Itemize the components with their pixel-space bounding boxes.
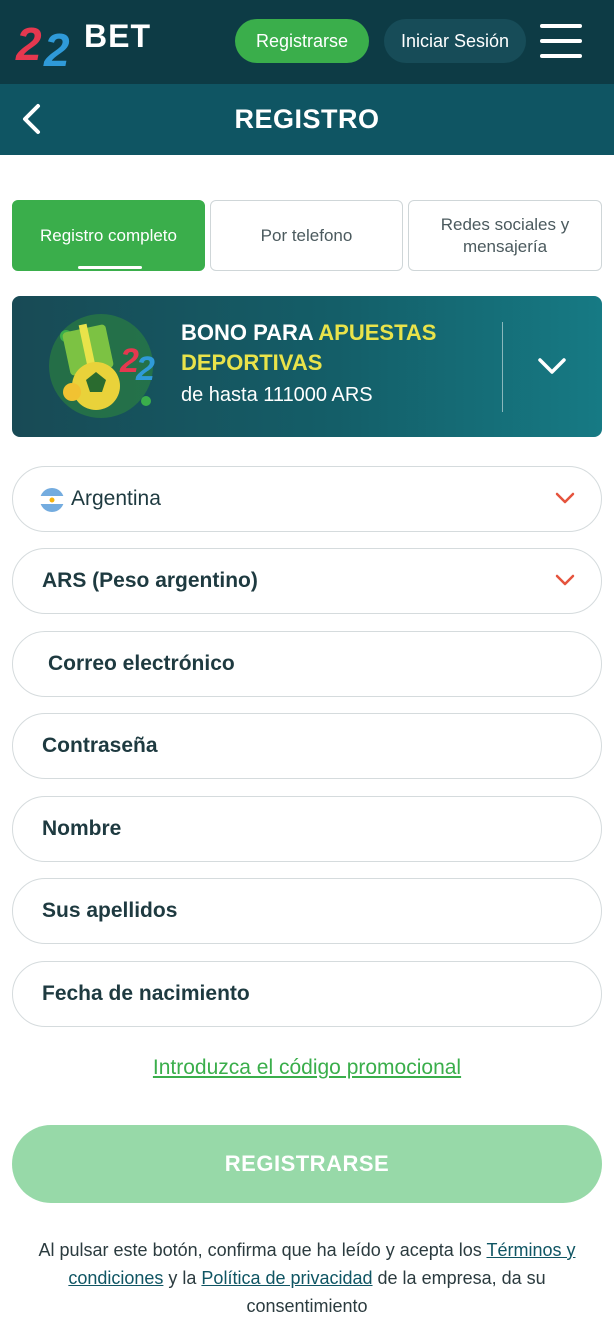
- chevron-down-icon: [555, 574, 575, 586]
- chevron-down-icon[interactable]: [536, 352, 568, 380]
- privacy-link[interactable]: Política de privacidad: [201, 1268, 372, 1288]
- last-name-field[interactable]: Sus apellidos: [12, 878, 602, 944]
- tab-social-messaging[interactable]: Redes sociales y mensajería: [408, 200, 602, 271]
- birth-date-field[interactable]: Fecha de nacimiento: [12, 961, 602, 1027]
- last-name-placeholder: Sus apellidos: [42, 898, 178, 922]
- tab-phone[interactable]: Por telefono: [210, 200, 403, 271]
- first-name-placeholder: Nombre: [42, 816, 122, 840]
- svg-text:2: 2: [15, 18, 42, 70]
- login-button[interactable]: Iniciar Sesión: [384, 19, 526, 63]
- register-button-header[interactable]: Registrarse: [235, 19, 369, 63]
- chevron-down-icon: [555, 492, 575, 504]
- register-submit-button[interactable]: REGISTRARSE: [12, 1125, 602, 1203]
- bonus-amount: de hasta 111000 ARS: [181, 384, 373, 406]
- first-name-field[interactable]: Nombre: [12, 796, 602, 862]
- back-arrow-icon[interactable]: [18, 102, 46, 136]
- password-placeholder: Contraseña: [42, 733, 158, 757]
- currency-value: ARS (Peso argentino): [42, 568, 258, 592]
- email-field[interactable]: Correo electrónico: [12, 631, 602, 697]
- country-value: Argentina: [71, 486, 161, 510]
- bonus-title-line2: DEPORTIVAS: [181, 350, 323, 375]
- terms-consent-text: Al pulsar este botón, confirma que ha le…: [38, 1240, 576, 1316]
- hamburger-menu-icon[interactable]: [540, 24, 582, 58]
- active-tab-indicator: [78, 266, 142, 269]
- promo-code-link[interactable]: Introduzca el código promocional: [0, 1056, 614, 1080]
- svg-text:2: 2: [43, 24, 70, 72]
- currency-select[interactable]: ARS (Peso argentino): [12, 548, 602, 614]
- bonus-banner[interactable]: 2 2 BONO PARA APUESTAS DEPORTIVAS de has…: [12, 296, 602, 437]
- tab-full-registration[interactable]: Registro completo: [12, 200, 205, 271]
- page-title: REGISTRO: [234, 104, 380, 134]
- argentina-flag-icon: [40, 488, 64, 512]
- bonus-title-line1: BONO PARA APUESTAS: [181, 320, 437, 345]
- gift-football-icon: 2 2: [49, 314, 155, 418]
- svg-text:2: 2: [135, 350, 155, 388]
- email-placeholder: Correo electrónico: [48, 651, 235, 675]
- bonus-divider: [502, 322, 503, 412]
- logo-text: BET: [84, 18, 151, 54]
- password-field[interactable]: Contraseña: [12, 713, 602, 779]
- birth-date-placeholder: Fecha de nacimiento: [42, 981, 250, 1005]
- country-select[interactable]: Argentina: [12, 466, 602, 532]
